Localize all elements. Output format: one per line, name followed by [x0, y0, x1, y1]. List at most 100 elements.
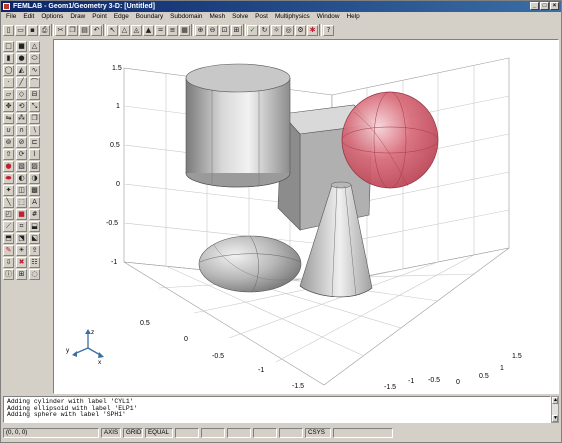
difference-icon[interactable]: ∖ — [29, 125, 40, 136]
union-icon[interactable]: ∪ — [3, 125, 14, 136]
cut-icon[interactable]: ✂ — [55, 24, 66, 36]
scene-light-icon[interactable]: ◌ — [29, 269, 40, 280]
properties-icon[interactable]: ☷ — [29, 257, 40, 268]
menu-window[interactable]: Window — [314, 12, 344, 22]
select-arrow-icon[interactable]: ↖ — [107, 24, 118, 36]
sphere-solid[interactable] — [341, 91, 439, 189]
show-icon[interactable]: ◑ — [29, 173, 40, 184]
menu-subdomain[interactable]: Subdomain — [167, 12, 206, 22]
check-icon[interactable]: ✓ — [247, 24, 258, 36]
csys-toggle[interactable]: CSYS — [305, 428, 331, 438]
menu-options[interactable]: Options — [38, 12, 67, 22]
curve-icon[interactable]: ⌒ — [29, 77, 40, 88]
helix-icon[interactable]: ∿ — [29, 65, 40, 76]
extrude-icon[interactable]: ⇧ — [3, 149, 14, 160]
workplane-icon[interactable]: ⊟ — [29, 89, 40, 100]
view-icon[interactable]: ▩ — [29, 185, 40, 196]
line-icon[interactable]: ╱ — [16, 77, 27, 88]
measure-icon[interactable]: ⌗ — [16, 221, 27, 232]
subdomain-mode-icon[interactable]: ■ — [16, 209, 27, 220]
menu-edit[interactable]: Edit — [20, 12, 38, 22]
intersection-icon[interactable]: ∩ — [16, 125, 27, 136]
copy-icon[interactable]: ❐ — [67, 24, 78, 36]
view-side-icon[interactable]: ⬒ — [3, 233, 14, 244]
equal-toggle[interactable]: EQUAL — [145, 428, 173, 438]
rotate-object-icon[interactable]: ⟲ — [16, 101, 27, 112]
grid-settings-icon[interactable]: ⊞ — [16, 269, 27, 280]
triangle-icon[interactable]: △ — [119, 24, 130, 36]
face-icon[interactable]: ▱ — [3, 89, 14, 100]
geometry-info-icon[interactable]: ⓘ — [3, 269, 14, 280]
split-icon[interactable]: ⊘ — [16, 137, 27, 148]
geometry-plot[interactable]: 1.5 1 0.5 0 -0.5 -1 0.5 0 -0.5 -1 -1.5 1… — [54, 40, 558, 393]
status-slot[interactable] — [279, 428, 303, 438]
light-source-icon[interactable]: ✦ — [3, 185, 14, 196]
open-file-icon[interactable]: ▭ — [15, 24, 26, 36]
red-ellipse-tool-icon[interactable]: ⬬ — [3, 173, 14, 184]
plane-icon[interactable]: ◇ — [16, 89, 27, 100]
camera-icon[interactable]: ◫ — [16, 185, 27, 196]
close-button[interactable]: × — [550, 2, 559, 10]
settings-icon[interactable]: ⚙ — [295, 24, 306, 36]
menu-boundary[interactable]: Boundary — [133, 12, 167, 22]
menu-point[interactable]: Point — [89, 12, 111, 22]
menu-edge[interactable]: Edge — [111, 12, 133, 22]
status-slot[interactable] — [227, 428, 251, 438]
menu-help[interactable]: Help — [343, 12, 363, 22]
view-front-icon[interactable]: ⬓ — [29, 221, 40, 232]
new-file-icon[interactable]: ▯ — [3, 24, 14, 36]
menu-draw[interactable]: Draw — [67, 12, 89, 22]
axis-toggle[interactable]: AXIS — [101, 428, 121, 438]
pencil-icon[interactable]: ✎ — [3, 245, 14, 256]
scale-icon[interactable]: ⤡ — [29, 101, 40, 112]
surface-render-icon[interactable]: ▧ — [16, 161, 27, 172]
import-icon[interactable]: ⇩ — [3, 257, 14, 268]
cone-icon[interactable]: △ — [29, 41, 40, 52]
menu-mesh[interactable]: Mesh — [207, 12, 230, 22]
cube-icon[interactable]: ■ — [16, 41, 27, 52]
cylinder-solid[interactable] — [185, 63, 291, 188]
plot-icon[interactable]: ▦ — [179, 24, 190, 36]
mesh-icon[interactable]: ◬ — [131, 24, 142, 36]
hide-icon[interactable]: ◐ — [16, 173, 27, 184]
light-icon[interactable]: ☼ — [271, 24, 282, 36]
torus-icon[interactable]: ◯ — [3, 65, 14, 76]
menu-post[interactable]: Post — [252, 12, 272, 22]
wireframe-icon[interactable]: ▨ — [29, 161, 40, 172]
edge-select-icon[interactable]: ╲ — [3, 197, 14, 208]
print-icon[interactable]: ⎙ — [39, 24, 50, 36]
cylinder-icon[interactable]: ▮ — [3, 53, 14, 64]
maximize-button[interactable]: □ — [540, 2, 549, 10]
delete-icon[interactable]: ✖ — [16, 257, 27, 268]
view-iso-icon[interactable]: ⬕ — [29, 233, 40, 244]
compose-icon[interactable]: ⊚ — [3, 137, 14, 148]
menu-file[interactable]: File — [3, 12, 20, 22]
block-icon[interactable]: □ — [3, 41, 14, 52]
loft-icon[interactable]: ⌇ — [29, 149, 40, 160]
revolve-icon[interactable]: ⟳ — [16, 149, 27, 160]
ellipsoid-solid[interactable] — [198, 235, 302, 293]
embed-icon[interactable]: ⊏ — [29, 137, 40, 148]
sphere-icon[interactable]: ● — [16, 53, 27, 64]
solve-icon[interactable]: = — [155, 24, 166, 36]
array-icon[interactable]: ⁂ — [16, 113, 27, 124]
zoom-extents-icon[interactable]: ⊞ — [231, 24, 242, 36]
lighting-icon[interactable]: ☀ — [16, 245, 27, 256]
multiphysics-icon[interactable]: ✱ — [307, 24, 318, 36]
refine-mesh-icon[interactable]: ▲ — [143, 24, 154, 36]
geometry-3d-view[interactable]: 1.5 1 0.5 0 -0.5 -1 0.5 0 -0.5 -1 -1.5 1… — [53, 39, 559, 394]
log-scrollbar[interactable]: ▲ ▼ — [551, 396, 559, 423]
point-icon[interactable]: · — [3, 77, 14, 88]
restart-icon[interactable]: ≡ — [167, 24, 178, 36]
copy-object-icon[interactable]: ❐ — [29, 113, 40, 124]
label-icon[interactable]: A — [29, 197, 40, 208]
paste-icon[interactable]: ▤ — [79, 24, 90, 36]
minimize-button[interactable]: _ — [530, 2, 539, 10]
export-icon[interactable]: ⇪ — [29, 245, 40, 256]
title-bar[interactable]: FEMLAB - Geom1/Geometry 3-D: [Untitled] … — [1, 1, 561, 12]
status-slot[interactable] — [201, 428, 225, 438]
select-all-icon[interactable]: ⬚ — [16, 197, 27, 208]
boundary-mode-icon[interactable]: ◰ — [3, 209, 14, 220]
scroll-up-icon[interactable]: ▲ — [552, 397, 558, 404]
zoom-out-icon[interactable]: ⊖ — [207, 24, 218, 36]
